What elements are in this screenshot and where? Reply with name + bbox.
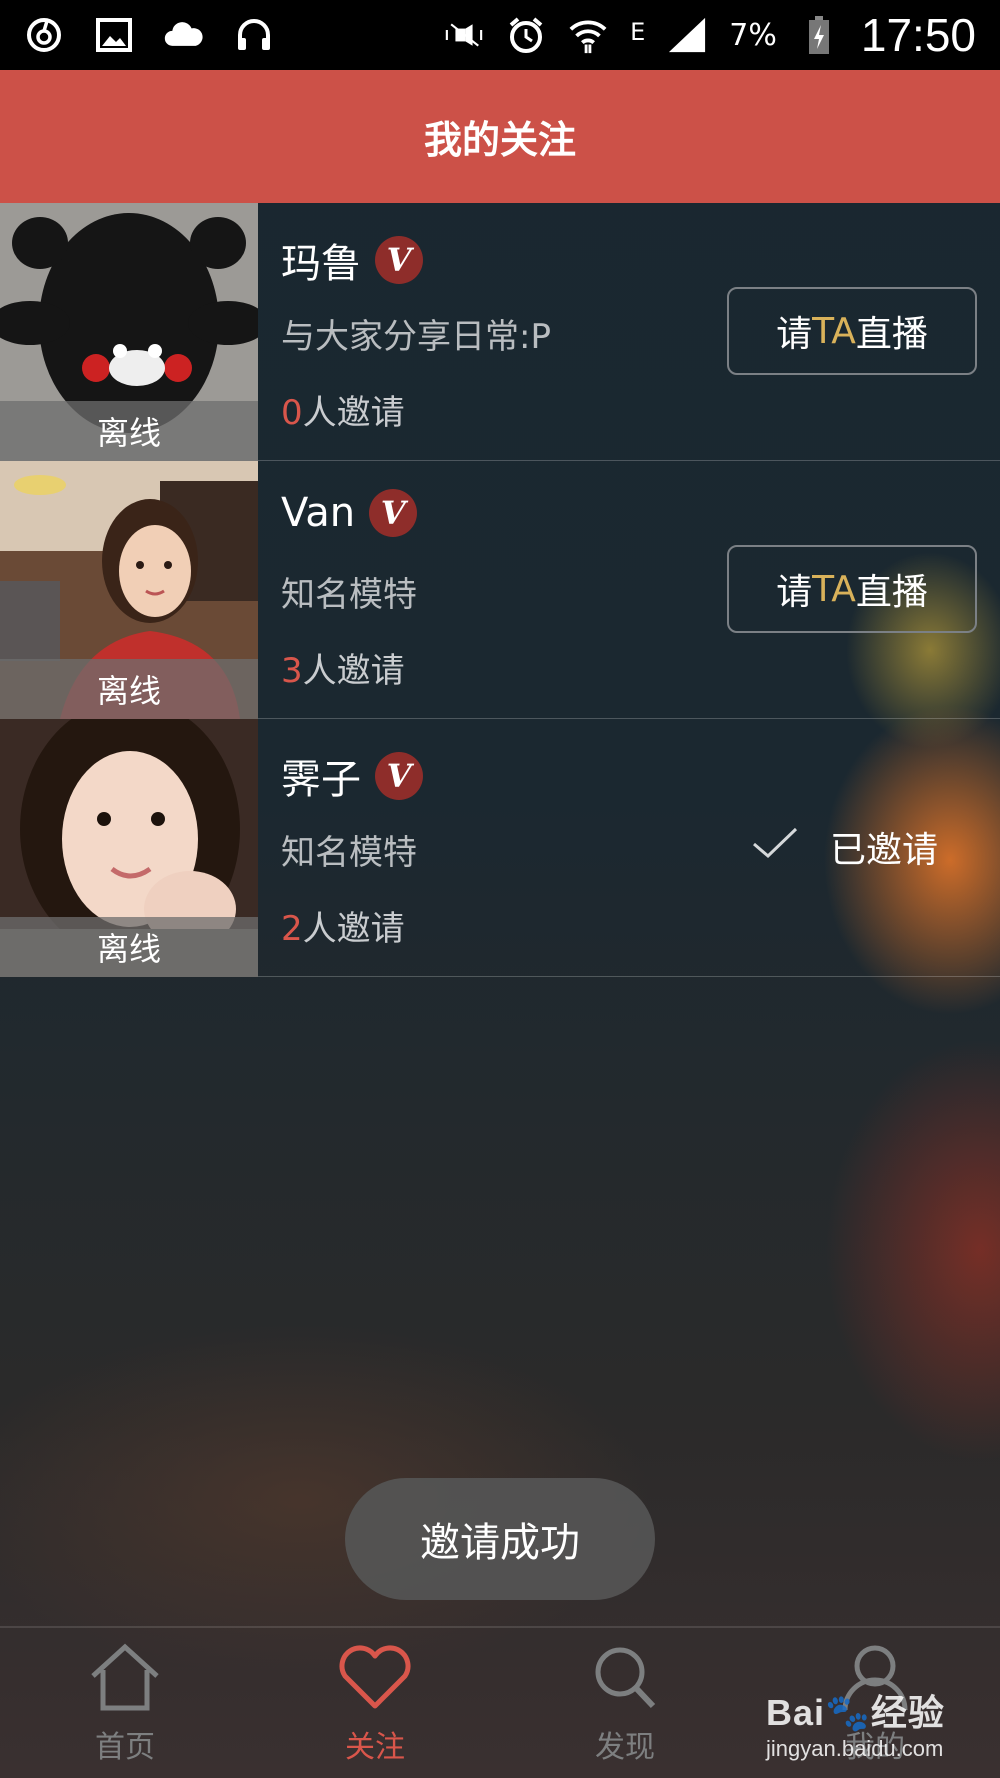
search-icon <box>587 1642 663 1716</box>
avatar[interactable]: 离线 <box>0 461 258 719</box>
wifi-icon <box>568 15 608 55</box>
home-icon <box>87 1642 163 1716</box>
invite-live-button[interactable]: 请 TA 直播 <box>727 545 977 633</box>
watermark-logo: Bai🐾经验 <box>766 1692 945 1733</box>
list-item[interactable]: 离线 Van V 知名模特 3人邀请 请 TA 直播 <box>0 461 1000 719</box>
invited-status: 已邀请 <box>752 811 938 883</box>
follow-list: 离线 玛鲁 V 与大家分享日常:P 0人邀请 请 TA 直播 离线 Van V … <box>0 203 1000 977</box>
invite-count-number: 0 <box>281 393 303 433</box>
verified-badge-icon: V <box>369 489 418 537</box>
invite-count: 3人邀请 <box>281 643 405 692</box>
netease-music-icon <box>24 15 64 55</box>
invite-count: 0人邀请 <box>281 385 405 434</box>
invite-button-pre: 请 <box>776 314 813 355</box>
invite-count-suffix: 人邀请 <box>302 393 405 433</box>
avatar[interactable]: 离线 <box>0 719 258 977</box>
heart-icon <box>337 1642 413 1716</box>
battery-icon <box>799 15 839 55</box>
user-description: 知名模特 <box>281 833 417 873</box>
invite-count-number: 2 <box>281 909 303 949</box>
invite-button-pre: 请 <box>776 572 813 613</box>
signal-icon <box>667 15 707 55</box>
invite-live-button[interactable]: 请 TA 直播 <box>727 287 977 375</box>
headphones-icon <box>234 15 274 55</box>
tab-discover[interactable]: 发现 <box>500 1628 750 1778</box>
verified-badge-icon: V <box>375 236 423 284</box>
offline-label: 离线 <box>0 917 258 977</box>
tab-follow[interactable]: 关注 <box>250 1628 500 1778</box>
offline-label: 离线 <box>0 659 258 719</box>
invite-count-suffix: 人邀请 <box>302 909 405 949</box>
app-header: 我的关注 <box>0 70 1000 203</box>
offline-label: 离线 <box>0 401 258 461</box>
tab-label: 发现 <box>595 1730 655 1765</box>
list-item[interactable]: 离线 霁子 V 知名模特 2人邀请 已邀请 <box>0 719 1000 977</box>
toast-message: 邀请成功 <box>345 1478 655 1600</box>
invite-button-post: 直播 <box>855 314 928 355</box>
gallery-icon <box>94 15 134 55</box>
user-name[interactable]: 霁子 <box>281 747 361 805</box>
tab-home[interactable]: 首页 <box>0 1628 250 1778</box>
mute-icon <box>444 15 484 55</box>
battery-percent: 7% <box>729 17 777 53</box>
invited-label: 已邀请 <box>830 830 939 871</box>
page-title: 我的关注 <box>423 118 576 162</box>
verified-badge-icon: V <box>375 752 423 800</box>
user-name[interactable]: 玛鲁 <box>281 231 361 289</box>
invite-button-ta: TA <box>812 568 856 610</box>
invite-count-suffix: 人邀请 <box>302 651 405 691</box>
network-type: E <box>630 18 646 46</box>
tab-label: 首页 <box>95 1730 155 1765</box>
avatar[interactable]: 离线 <box>0 203 258 461</box>
invite-button-ta: TA <box>812 310 856 352</box>
invite-button-post: 直播 <box>855 572 928 613</box>
user-description: 知名模特 <box>281 575 417 615</box>
user-description: 与大家分享日常:P <box>281 317 551 357</box>
alarm-icon <box>506 15 546 55</box>
user-name[interactable]: Van <box>281 490 355 536</box>
baidu-jingyan-watermark: Bai🐾经验 jingyan.baidu.com <box>766 1684 976 1764</box>
cloud-icon <box>164 15 204 55</box>
tab-label: 关注 <box>345 1730 405 1765</box>
invite-count-number: 3 <box>281 651 303 691</box>
checkmark-icon <box>752 826 798 869</box>
invite-count: 2人邀请 <box>281 901 405 950</box>
clock: 17:50 <box>860 9 976 61</box>
status-bar: E 7% 17:50 <box>0 0 1000 70</box>
watermark-url: jingyan.baidu.com <box>766 1736 944 1761</box>
list-item[interactable]: 离线 玛鲁 V 与大家分享日常:P 0人邀请 请 TA 直播 <box>0 203 1000 461</box>
